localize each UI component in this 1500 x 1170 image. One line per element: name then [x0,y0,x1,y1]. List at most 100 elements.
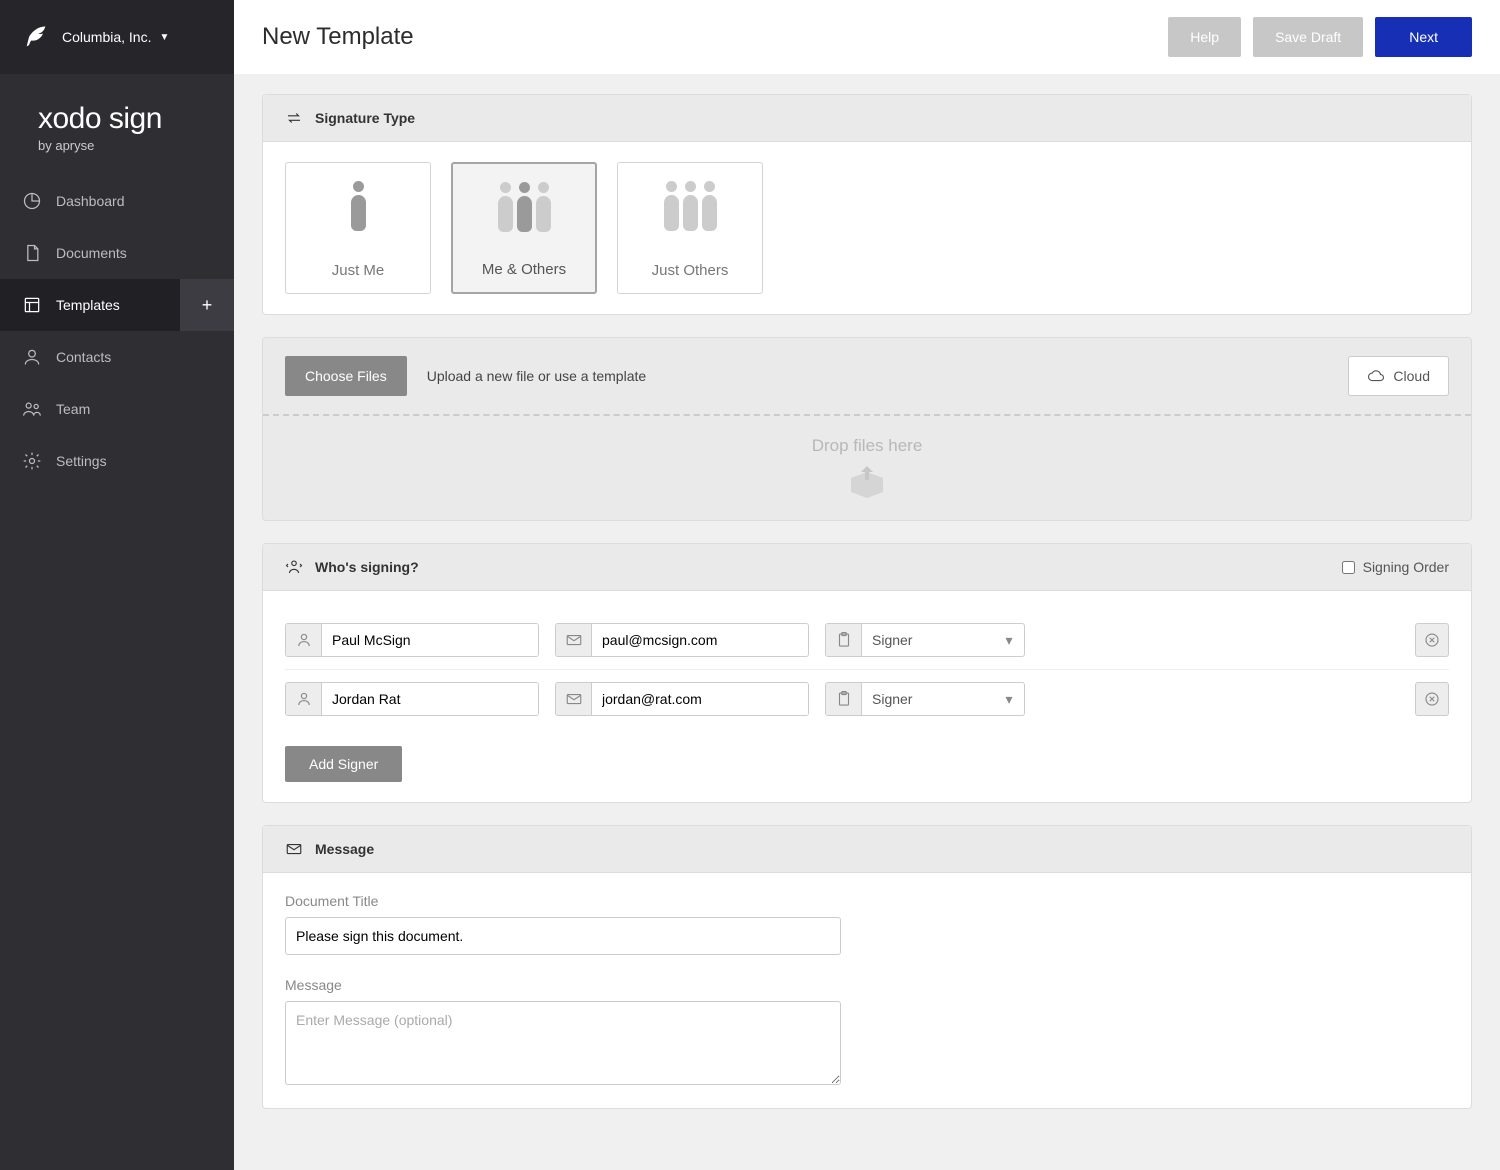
signer-role-value: Signer [862,624,994,656]
signers-body: Signer ▾ [263,591,1471,802]
signer-name-input[interactable] [322,683,538,715]
caret-down-icon: ▼ [159,32,169,43]
signing-order-toggle[interactable]: Signing Order [1342,559,1449,575]
caret-down-icon: ▾ [994,624,1024,656]
content: Signature Type Just Me [234,74,1500,1151]
clipboard-icon [826,683,862,715]
close-circle-icon [1423,631,1441,649]
remove-signer-button[interactable] [1415,682,1449,716]
section-title: Who's signing? [315,559,419,575]
signature-type-body: Just Me Me & Others [263,142,1471,314]
envelope-icon [556,683,592,715]
swap-icon [285,109,303,127]
signer-row: Signer ▾ [285,670,1449,728]
brand-name: xodo sign [38,102,212,136]
people-group-icon [498,182,551,232]
add-signer-button[interactable]: Add Signer [285,746,402,782]
header-actions: Help Save Draft Next [1168,17,1472,57]
signers-header: Who's signing? Signing Order [263,544,1471,591]
message-header: Message [263,826,1471,873]
dropzone[interactable]: Drop files here [263,414,1471,520]
nav-templates[interactable]: Templates + [0,279,234,331]
message-textarea[interactable] [285,1001,841,1085]
clipboard-icon [826,624,862,656]
signature-type-card: Signature Type Just Me [262,94,1472,315]
cloud-icon [1367,367,1385,385]
signer-role-value: Signer [862,683,994,715]
cloud-label: Cloud [1393,368,1430,384]
signers-icon [285,558,303,576]
tile-label: Me & Others [482,261,566,278]
dropzone-label: Drop files here [812,436,923,455]
contacts-icon [22,347,42,367]
nav-team[interactable]: Team [0,383,234,435]
message-label: Message [285,977,1449,993]
upload-hint: Upload a new file or use a template [427,368,646,384]
nav-label: Settings [56,453,107,469]
signer-name-group [285,682,539,716]
save-draft-button[interactable]: Save Draft [1253,17,1363,57]
nav-dashboard[interactable]: Dashboard [0,175,234,227]
signer-role-select[interactable]: Signer ▾ [825,623,1025,657]
signer-role-select[interactable]: Signer ▾ [825,682,1025,716]
nav: Dashboard Documents Templates + Contacts… [0,175,234,487]
brand: xodo sign by apryse [0,74,234,159]
signature-type-tiles: Just Me Me & Others [285,162,1449,294]
signer-row: Signer ▾ [285,611,1449,670]
settings-icon [22,451,42,471]
signing-order-checkbox[interactable] [1342,561,1355,574]
tile-just-others[interactable]: Just Others [617,162,763,294]
business-switcher[interactable]: Columbia, Inc. ▼ [0,0,234,74]
choose-files-button[interactable]: Choose Files [285,356,407,396]
main: New Template Help Save Draft Next Signat… [234,0,1500,1151]
signer-email-input[interactable] [592,624,808,656]
nav-settings[interactable]: Settings [0,435,234,487]
document-title-input[interactable] [285,917,841,955]
templates-icon [22,295,42,315]
person-single-icon [351,181,366,231]
next-button[interactable]: Next [1375,17,1472,57]
documents-icon [22,243,42,263]
help-button[interactable]: Help [1168,17,1241,57]
section-title: Message [315,841,374,857]
nav-label: Contacts [56,349,111,365]
tile-me-and-others[interactable]: Me & Others [451,162,597,294]
nav-label: Templates [56,297,120,313]
brand-subtitle: by apryse [38,138,212,153]
envelope-icon [556,624,592,656]
person-icon [286,624,322,656]
page-header: New Template Help Save Draft Next [234,0,1500,74]
dashboard-icon [22,191,42,211]
nav-label: Documents [56,245,127,261]
section-title: Signature Type [315,110,415,126]
signer-name-input[interactable] [322,624,538,656]
box-download-icon [847,464,887,500]
nav-label: Dashboard [56,193,125,209]
tile-label: Just Me [332,262,385,279]
business-name: Columbia, Inc. [62,29,151,45]
sidebar: Columbia, Inc. ▼ xodo sign by apryse Das… [0,0,234,1170]
signer-name-group [285,623,539,657]
upload-controls: Choose Files Upload a new file or use a … [263,338,1471,414]
envelope-icon [285,840,303,858]
cloud-button[interactable]: Cloud [1348,356,1449,396]
person-icon [286,683,322,715]
message-body: Document Title Message [263,873,1471,1108]
team-icon [22,399,42,419]
remove-signer-button[interactable] [1415,623,1449,657]
signer-email-input[interactable] [592,683,808,715]
signers-card: Who's signing? Signing Order [262,543,1472,803]
message-card: Message Document Title Message [262,825,1472,1109]
nav-documents[interactable]: Documents [0,227,234,279]
nav-label: Team [56,401,90,417]
signature-type-header: Signature Type [263,95,1471,142]
add-template-button[interactable]: + [180,279,234,331]
feather-logo-icon [22,23,50,51]
signer-email-group [555,682,809,716]
close-circle-icon [1423,690,1441,708]
nav-contacts[interactable]: Contacts [0,331,234,383]
tile-just-me[interactable]: Just Me [285,162,431,294]
page-title: New Template [262,23,414,51]
signer-email-group [555,623,809,657]
document-title-label: Document Title [285,893,1449,909]
